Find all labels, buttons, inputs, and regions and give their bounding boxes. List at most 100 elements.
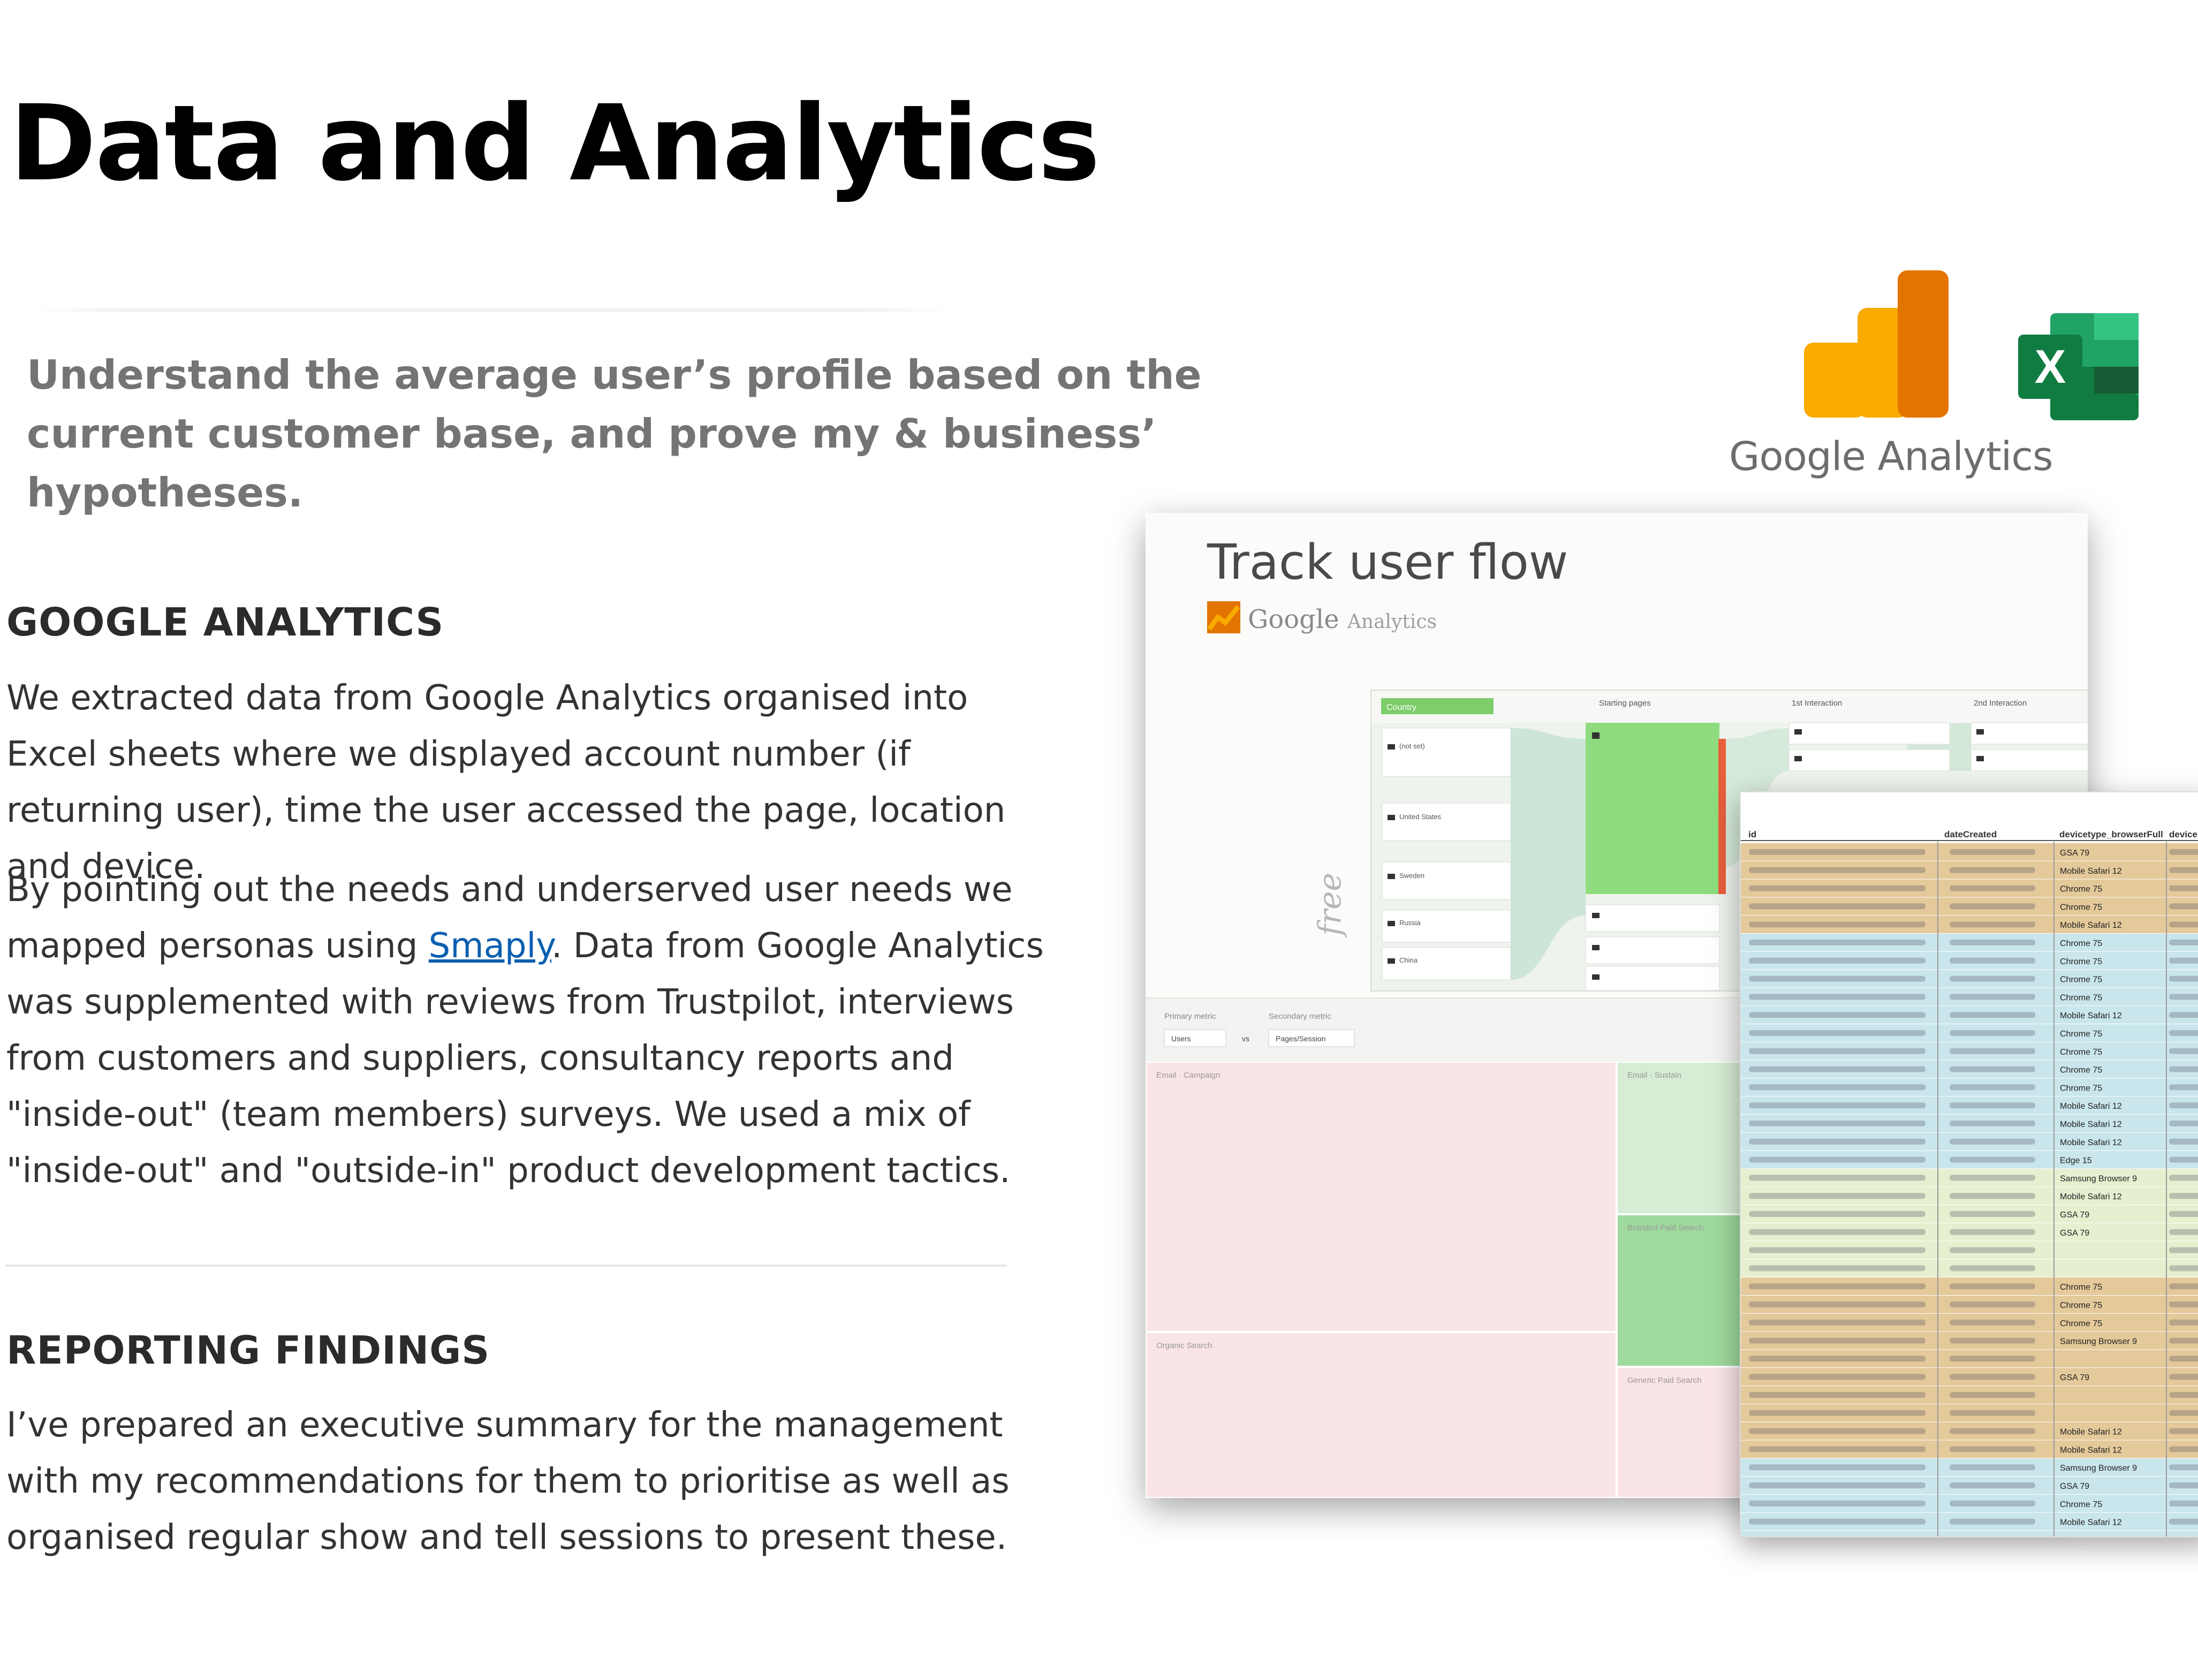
sheet-blurred-cell xyxy=(1950,1374,2035,1380)
sheet-blurred-cell xyxy=(1749,1301,1926,1307)
metric-value-pages: Pages/Session xyxy=(1276,1034,1325,1043)
sheet-browser-cell: GSA 79 xyxy=(2060,849,2089,858)
google-analytics-wordmark: Google Analytics xyxy=(1729,434,2053,480)
sheet-row: Chrome 75 xyxy=(1741,1042,2198,1060)
sheet-blurred-cell xyxy=(1950,885,2035,891)
sheet-blurred-cell xyxy=(1749,1229,1926,1235)
metric-value-vs: vs xyxy=(1242,1034,1249,1043)
sheet-blurred-cell xyxy=(1950,1229,2035,1235)
sheet-blurred-cell xyxy=(1950,940,2035,945)
sheet-blurred-cell xyxy=(2169,1030,2198,1036)
flow-node-russia: Russia xyxy=(1399,919,1421,927)
sheet-blurred-cell xyxy=(2169,903,2198,910)
sheet-browser-cell: Chrome 75 xyxy=(2060,1319,2102,1328)
sheet-blurred-cell xyxy=(1749,1319,1926,1326)
sheet-row: Mobile Safari 12 xyxy=(1741,1440,2198,1458)
sheet-browser-cell: Chrome 75 xyxy=(2060,1536,2102,1537)
sheet-row: GSA 79 xyxy=(1741,1223,2198,1241)
sheet-blurred-cell xyxy=(1749,994,1926,1000)
sheet-row: Chrome 75 xyxy=(1741,951,2198,970)
sheet-blurred-cell xyxy=(2169,1301,2198,1307)
sheet-row: Chrome 75 xyxy=(1741,1078,2198,1096)
sheet-blurred-cell xyxy=(2169,1066,2198,1072)
sheet-blurred-cell xyxy=(2169,1374,2198,1380)
sheet-blurred-cell xyxy=(1749,975,1926,982)
sheet-blurred-cell xyxy=(2169,1410,2198,1416)
spreadsheet-screenshot: id dateCreated devicetype_browserFull de… xyxy=(1740,791,2198,1538)
sheet-blurred-cell xyxy=(1749,1265,1926,1272)
sheet-blurred-cell xyxy=(2169,1265,2198,1272)
sheet-row: Mobile Safari 12 xyxy=(1741,1006,2198,1024)
metric-label-primary: Primary metric xyxy=(1164,1012,1216,1021)
sheet-row: GSA 79 xyxy=(1741,1477,2198,1494)
google-analytics-icon xyxy=(1804,270,1949,418)
sheet-blurred-cell xyxy=(2169,1482,2198,1488)
sheet-blurred-cell xyxy=(2169,1138,2198,1145)
sheet-blurred-cell xyxy=(2169,1193,2198,1199)
sheet-browser-cell: GSA 79 xyxy=(2060,1210,2089,1220)
flow-node-sweden: Sweden xyxy=(1399,872,1424,880)
sheet-blurred-cell xyxy=(1950,1337,2035,1344)
sheet-row: Mobile Safari 12 xyxy=(1741,1096,2198,1114)
sheet-blurred-cell xyxy=(2169,1211,2198,1217)
sheet-row: Mobile Safari 12 xyxy=(1741,1422,2198,1440)
sheet-blurred-cell xyxy=(1749,1482,1926,1488)
flow-header-1st: 1st Interaction xyxy=(1792,699,1842,708)
sheet-blurred-cell xyxy=(1749,921,1926,928)
sheet-blurred-cell xyxy=(2169,1518,2198,1525)
page-title: Data and Analytics xyxy=(10,82,1100,204)
sheet-blurred-cell xyxy=(2169,1428,2198,1434)
google-analytics-paragraph-2: By pointing out the needs and underserve… xyxy=(6,862,1056,1199)
sheet-blurred-cell xyxy=(2169,1084,2198,1091)
sheet-blurred-cell xyxy=(1749,849,1926,855)
sheet-blurred-cell xyxy=(1749,1084,1926,1091)
sheet-browser-cell: Chrome 75 xyxy=(2060,1500,2102,1509)
treemap-label-branded: Branded Paid Search xyxy=(1627,1223,1704,1232)
sheet-browser-cell: Mobile Safari 12 xyxy=(2060,1446,2122,1455)
sheet-blurred-cell xyxy=(1749,957,1926,964)
sheet-blurred-cell xyxy=(1749,1428,1926,1434)
section-divider xyxy=(5,1265,1006,1267)
sheet-browser-cell: Mobile Safari 12 xyxy=(2060,1138,2122,1147)
flow-node-china: China xyxy=(1399,956,1418,964)
sheet-blurred-cell xyxy=(1950,1012,2035,1018)
sheet-row: Chrome 75 xyxy=(1741,1313,2198,1331)
sheet-browser-cell: Mobile Safari 12 xyxy=(2060,921,2122,930)
sheet-row: Mobile Safari 12 xyxy=(1741,861,2198,879)
sheet-blurred-cell xyxy=(2169,957,2198,964)
sheet-blurred-cell xyxy=(1749,1446,1926,1452)
sheet-blurred-cell xyxy=(1749,1211,1926,1217)
free-label: free xyxy=(1312,873,1348,936)
google-analytics-small-icon xyxy=(1207,601,1240,633)
sheet-header-device: device xyxy=(2169,829,2197,839)
sheet-row: Chrome 75 xyxy=(1741,1060,2198,1078)
sheet-blurred-cell xyxy=(2169,940,2198,945)
sheet-browser-cell: Chrome 75 xyxy=(2060,993,2102,1002)
flow-brand-main: Google xyxy=(1248,604,1339,634)
sheet-browser-cell: Mobile Safari 12 xyxy=(2060,1518,2122,1527)
sheet-blurred-cell xyxy=(2169,1500,2198,1507)
sheet-blurred-cell xyxy=(1749,1175,1926,1181)
sheet-blurred-cell xyxy=(1749,1066,1926,1072)
sheet-blurred-cell xyxy=(1950,994,2035,1000)
sheet-browser-cell: Chrome 75 xyxy=(2060,975,2102,985)
sheet-browser-cell: Chrome 75 xyxy=(2060,1066,2102,1075)
sheet-row-bg xyxy=(1741,1531,2198,1537)
sheet-row xyxy=(1741,1404,2198,1422)
sheet-blurred-cell xyxy=(1749,1012,1926,1018)
sheet-blurred-cell xyxy=(2169,975,2198,982)
sheet-blurred-cell xyxy=(1950,903,2035,910)
sheet-blurred-cell xyxy=(2169,849,2198,855)
sheet-blurred-cell xyxy=(1950,1356,2035,1362)
sheet-row: Mobile Safari 12 xyxy=(1741,1115,2198,1132)
sheet-blurred-cell xyxy=(2169,1102,2198,1109)
sheet-browser-cell: Mobile Safari 12 xyxy=(2060,867,2122,876)
excel-icon: X xyxy=(2018,313,2139,420)
smaply-link[interactable]: Smaply xyxy=(429,926,551,966)
sheet-blurred-cell xyxy=(1749,1464,1926,1471)
sheet-browser-cell: Edge 15 xyxy=(2060,1156,2092,1166)
sheet-row: Chrome 75 xyxy=(1741,1024,2198,1042)
sheet-blurred-cell xyxy=(1749,1138,1926,1145)
sheet-blurred-cell xyxy=(1749,1356,1926,1362)
sheet-blurred-cell xyxy=(1749,1048,1926,1054)
